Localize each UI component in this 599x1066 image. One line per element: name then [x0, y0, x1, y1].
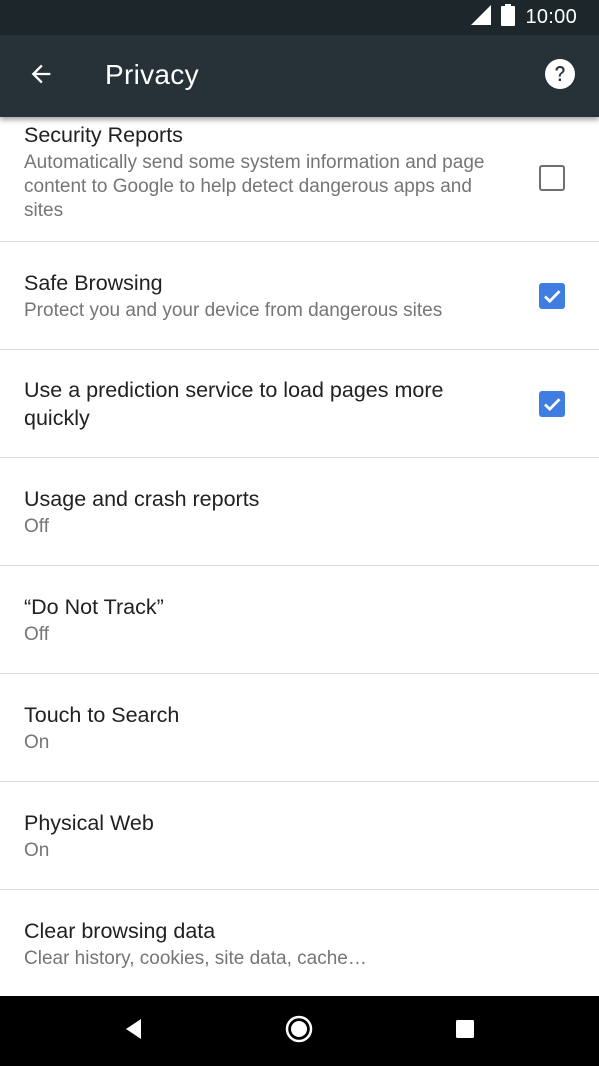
item-title: “Do Not Track” [24, 594, 164, 619]
security-reports-checkbox[interactable] [539, 164, 565, 191]
safe-browsing-checkbox[interactable] [539, 282, 565, 309]
item-title: Security Reports [24, 122, 183, 147]
item-summary: Automatically send some system informati… [24, 151, 485, 221]
page-title: Privacy [105, 59, 199, 90]
item-title: Clear browsing data [24, 919, 216, 943]
settings-list-container[interactable]: Security Reports Automatically send some… [0, 117, 599, 996]
app-bar: Privacy [0, 35, 599, 117]
item-title: Physical Web [24, 810, 154, 835]
help-icon [544, 58, 576, 95]
list-item-safe-browsing[interactable]: Safe Browsing Protect you and your devic… [0, 242, 599, 350]
item-title: Safe Browsing [24, 270, 163, 295]
item-summary: On [24, 839, 50, 861]
nav-recents-icon [455, 1019, 475, 1044]
item-title: Use a prediction service to load pages m… [24, 377, 444, 430]
list-item-do-not-track[interactable]: “Do Not Track” Off [0, 566, 599, 674]
settings-list: Security Reports Automatically send some… [0, 117, 599, 996]
list-item-touch-to-search[interactable]: Touch to Search On [0, 674, 599, 782]
list-item-security-reports[interactable]: Security Reports Automatically send some… [0, 117, 599, 242]
nav-back-icon [123, 1017, 145, 1046]
item-summary: Off [24, 515, 49, 537]
status-bar: 10:00 [0, 0, 599, 35]
status-time: 10:00 [525, 6, 577, 28]
nav-home-button[interactable] [281, 1013, 317, 1049]
signal-icon [471, 5, 492, 30]
item-title: Usage and crash reports [24, 486, 260, 511]
back-button[interactable] [22, 57, 60, 95]
item-summary: On [24, 731, 50, 753]
arrow-left-icon [27, 60, 55, 93]
help-button[interactable] [541, 57, 579, 95]
nav-back-button[interactable] [116, 1013, 152, 1049]
item-title: Touch to Search [24, 702, 180, 727]
list-item-physical-web[interactable]: Physical Web On [0, 782, 599, 890]
nav-home-icon [284, 1014, 314, 1049]
list-item-prediction-service[interactable]: Use a prediction service to load pages m… [0, 350, 599, 458]
item-summary: Clear history, cookies, site data, cache… [24, 948, 367, 969]
system-nav-bar [0, 996, 599, 1066]
item-summary: Protect you and your device from dangero… [24, 299, 443, 321]
battery-icon [501, 4, 516, 31]
item-summary: Off [24, 623, 49, 645]
nav-recents-button[interactable] [447, 1013, 483, 1049]
list-item-clear-browsing-data[interactable]: Clear browsing data Clear history, cooki… [0, 890, 599, 996]
list-item-usage-crash-reports[interactable]: Usage and crash reports Off [0, 458, 599, 566]
prediction-service-checkbox[interactable] [539, 390, 565, 417]
